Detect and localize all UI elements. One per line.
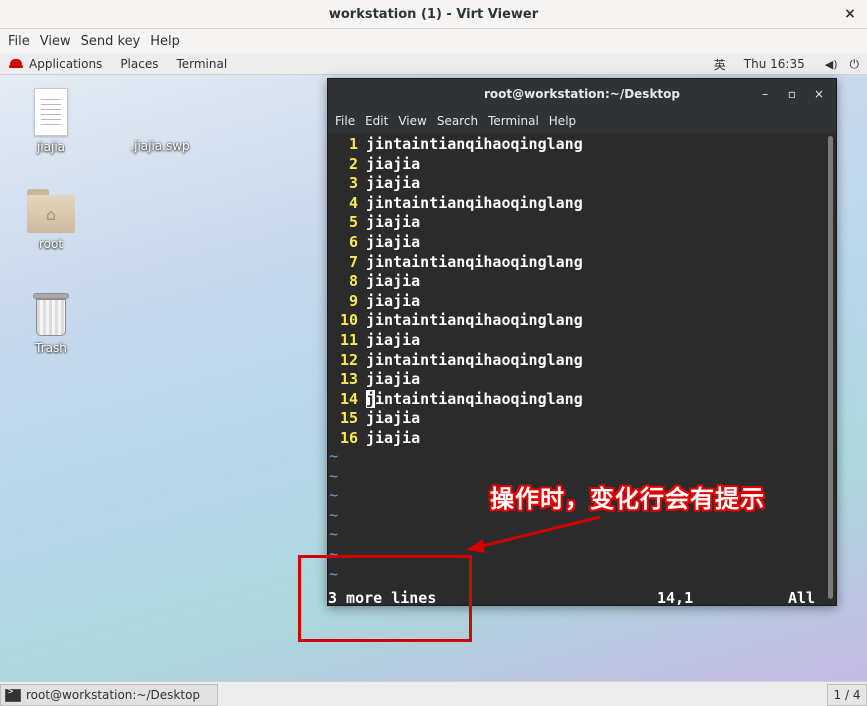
viewer-titlebar: workstation (1) - Virt Viewer ×: [0, 0, 867, 29]
vim-scroll-indicator: All: [788, 589, 816, 607]
trash-icon: [33, 293, 69, 337]
terminal-icon: [5, 687, 21, 702]
vim-line: 8 jiajia: [348, 272, 421, 291]
desktop-icon-trash[interactable]: Trash: [11, 293, 91, 355]
vim-line: 16 jiajia: [339, 429, 421, 447]
window-close-button[interactable]: ×: [841, 5, 859, 23]
input-method-indicator[interactable]: 英: [708, 56, 732, 73]
terminal-menu-edit[interactable]: Edit: [360, 114, 393, 128]
desktop-icon-root[interactable]: ⌂ root: [11, 189, 91, 251]
terminal-menu-view[interactable]: View: [393, 114, 431, 128]
terminal-title: root@workstation:~/Desktop: [483, 87, 680, 101]
vim-line: 9 jiajia: [348, 291, 421, 310]
vim-cursor: j: [366, 389, 376, 408]
applications-label: Applications: [29, 56, 103, 71]
vim-empty-line-marker: ~: [329, 525, 339, 543]
vim-empty-line-marker: ~: [329, 447, 339, 465]
vim-line: 12 jintaintianqihaoqinglang: [339, 350, 583, 369]
vim-cursor-position: 14,1: [657, 589, 694, 607]
taskbar-terminal-label: root@workstation:~/Desktop: [26, 688, 201, 702]
vim-line: 3 jiajia: [348, 174, 421, 193]
desktop-icon-jiajia[interactable]: jiajia: [11, 88, 91, 154]
workspace-indicator[interactable]: 1 / 4: [827, 684, 867, 706]
viewer-menubar: File View Send key Help: [0, 29, 867, 53]
vim-empty-line-marker: ~: [329, 486, 339, 504]
annotation-highlight-box: [298, 555, 472, 642]
bottom-taskbar: root@workstation:~/Desktop 1 / 4: [0, 681, 867, 706]
places-menu[interactable]: Places: [111, 53, 167, 75]
vim-empty-line-marker: ~: [329, 467, 339, 485]
vim-line: 13 jiajia: [339, 370, 421, 389]
terminal-menu-help[interactable]: Help: [544, 114, 581, 128]
vim-line: 6 jiajia: [348, 233, 421, 251]
desktop-icon-label: .jiajia.swp: [130, 139, 190, 153]
terminal-menu-search[interactable]: Search: [432, 114, 483, 128]
vim-buffer[interactable]: 1 jintaintianqihaoqinglang 2 jiajia 3 jiaji…: [328, 133, 836, 605]
vim-empty-line-marker: ~: [329, 506, 339, 524]
volume-icon[interactable]: ◀): [819, 58, 844, 71]
annotation-note: 操作时，变化行会有提示: [490, 485, 765, 513]
panel-clock[interactable]: Thu 16:35: [738, 57, 811, 71]
power-icon[interactable]: ⏻: [844, 57, 867, 72]
vim-line: 7 jintaintianqihaoqinglang: [348, 252, 583, 271]
terminal-minimize-button[interactable]: –: [754, 85, 776, 103]
terminal-maximize-button[interactable]: ▫: [781, 85, 803, 103]
terminal-window[interactable]: root@workstation:~/Desktop – ▫ × File Ed…: [327, 78, 837, 607]
desktop-icon-swp[interactable]: .jiajia.swp: [120, 135, 200, 153]
desktop-icon-label: jiajia: [36, 140, 66, 154]
vim-line: 15 jiajia: [339, 409, 421, 428]
text-file-icon: [34, 88, 68, 136]
vim-line-cursor: 14 jintaintianqihaoqinglang: [339, 389, 583, 408]
terminal-menu-file[interactable]: File: [330, 114, 360, 128]
redhat-icon: [9, 58, 23, 69]
terminal-scrollbar[interactable]: [828, 136, 833, 599]
desktop-icon-label: Trash: [35, 341, 67, 355]
terminal-menubar: File Edit View Search Terminal Help: [328, 109, 836, 133]
taskbar-terminal-button[interactable]: root@workstation:~/Desktop: [0, 684, 218, 706]
vim-line: 4 jintaintianqihaoqinglang: [348, 193, 583, 212]
vim-line: 10 jintaintianqihaoqinglang: [339, 311, 583, 330]
menu-send-key[interactable]: Send key: [76, 34, 146, 49]
window-title: workstation (1) - Virt Viewer: [328, 6, 539, 22]
applications-menu[interactable]: Applications: [0, 53, 111, 75]
desktop-icon-label: root: [38, 237, 64, 251]
vim-line: 1 jintaintianqihaoqinglang: [348, 135, 583, 153]
menu-view[interactable]: View: [35, 34, 76, 49]
menu-help[interactable]: Help: [145, 34, 185, 49]
vim-line: 2 jiajia: [348, 154, 421, 173]
terminal-close-button[interactable]: ×: [808, 85, 830, 103]
terminal-app-menu[interactable]: Terminal: [167, 53, 236, 75]
terminal-titlebar[interactable]: root@workstation:~/Desktop – ▫ ×: [328, 79, 836, 109]
vim-line: 5 jiajia: [348, 213, 421, 232]
home-folder-icon: ⌂: [27, 189, 75, 233]
menu-file[interactable]: File: [3, 34, 35, 49]
gnome-top-panel: Applications Places Terminal 英 Thu 16:35…: [0, 53, 867, 75]
vim-line: 11 jiajia: [339, 331, 421, 349]
terminal-menu-terminal[interactable]: Terminal: [483, 114, 544, 128]
